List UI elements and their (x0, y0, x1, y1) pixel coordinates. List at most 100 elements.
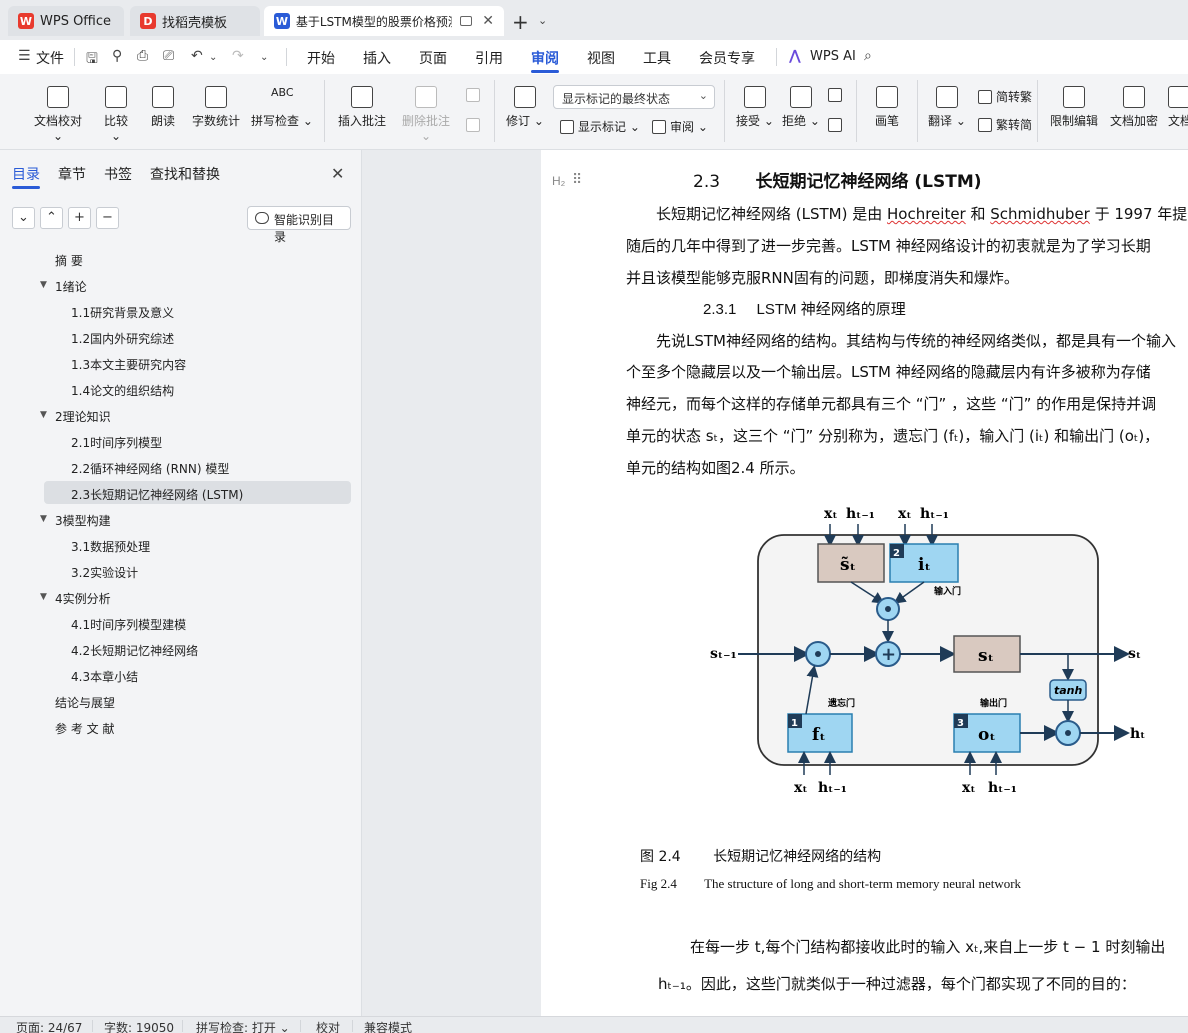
toc-item[interactable]: 4.2长短期记忆神经网络 (71, 642, 198, 659)
next-change-icon[interactable] (828, 118, 846, 132)
caption-text: 长短期记忆神经网络的结构 (713, 849, 882, 865)
markup-state-dropdown[interactable]: 显示标记的最终状态 ⌄ (553, 85, 715, 109)
toc-item[interactable]: 2理论知识 (55, 408, 111, 425)
tab-find-replace[interactable]: 查找和替换 (150, 164, 220, 184)
chevron-down-icon[interactable]: ⌄ (260, 52, 268, 63)
toc-item[interactable]: 2.3长短期记忆神经网络 (LSTM) (71, 486, 243, 503)
remove-heading-button[interactable]: − (96, 207, 119, 229)
label: 翻译 (928, 114, 953, 128)
review-pane-button[interactable]: 审阅 ⌄ (652, 118, 708, 135)
compare-button[interactable]: 比较 ⌄ (98, 86, 134, 143)
word-count-button[interactable]: 字数统计 (190, 86, 242, 129)
menu-reference[interactable]: 引用 (475, 48, 503, 68)
close-icon[interactable]: ✕ (482, 13, 494, 29)
reject-button[interactable]: 拒绝 ⌄ (782, 86, 820, 129)
toc-item[interactable]: 3模型构建 (55, 512, 111, 529)
insert-comment-button[interactable]: 插入批注 (336, 86, 388, 129)
read-aloud-button[interactable]: 朗读 (149, 86, 177, 129)
toc-item[interactable]: 1绪论 (55, 278, 87, 295)
spell-check-button[interactable]: ABC 拼写检查 ⌄ (251, 86, 313, 129)
spell-check-status[interactable]: 拼写检查: 打开 ⌄ (196, 1019, 290, 1033)
restrict-edit-button[interactable]: 限制编辑 (1048, 86, 1100, 129)
menu-view[interactable]: 视图 (587, 48, 615, 68)
tab-bookmarks[interactable]: 书签 (104, 164, 132, 184)
gate-number: 3 (957, 718, 964, 729)
accept-button[interactable]: 接受 ⌄ (736, 86, 774, 129)
prev-change-icon[interactable] (828, 88, 846, 102)
label: 智能识别目录 (274, 213, 335, 244)
menu-member[interactable]: 会员专享 (699, 48, 755, 68)
tab-document[interactable]: W 基于LSTM模型的股票价格预测 ✕ (264, 6, 504, 36)
tab-toc[interactable]: 目录 (12, 164, 40, 184)
paragraph-2-line-3: 神经元，而每个这样的存储单元都具有三个 “门” ，这些 “门” 的作用是保持并调 (626, 395, 1157, 413)
tab-wps-office[interactable]: W WPS Office (8, 6, 124, 36)
toc-item[interactable]: 结论与展望 (55, 694, 115, 711)
prev-comment-icon[interactable] (466, 88, 484, 102)
search-icon[interactable]: ⌕ (864, 48, 872, 64)
next-comment-icon[interactable] (466, 118, 484, 132)
toc-item[interactable]: 摘 要 (55, 252, 83, 269)
page-indicator[interactable]: 页面: 24/67 (16, 1019, 82, 1033)
save-icon[interactable]: 🖫 (86, 48, 98, 72)
menu-insert[interactable]: 插入 (363, 48, 391, 68)
toc-expand-caret-icon[interactable]: ▼ (40, 280, 47, 290)
share-icon[interactable]: ⚲ (112, 48, 122, 64)
tab-chapters[interactable]: 章节 (58, 164, 86, 184)
toc-expand-caret-icon[interactable]: ▼ (40, 592, 47, 602)
toc-item[interactable]: 1.3本文主要研究内容 (71, 356, 186, 373)
toc-item[interactable]: 参 考 文 献 (55, 720, 114, 737)
doc-more-button[interactable]: 文档 (1168, 86, 1188, 129)
proofread-button[interactable]: 校对 (316, 1019, 340, 1033)
add-heading-button[interactable]: + (68, 207, 91, 229)
paragraph-2-line-4: 单元的状态 sₜ，这三个 “门” 分别称为，遗忘门 (fₜ)，输入门 (iₜ) … (626, 427, 1160, 445)
word-count-indicator[interactable]: 字数: 19050 (104, 1019, 174, 1033)
expand-button[interactable]: ⌃ (40, 207, 63, 229)
tab-docer[interactable]: D 找稻壳模板 (130, 6, 260, 36)
toc-item[interactable]: 4实例分析 (55, 590, 111, 607)
menu-file[interactable]: 文件 (36, 48, 64, 68)
track-changes-button[interactable]: 修订 ⌄ (506, 86, 544, 129)
menu-tools[interactable]: 工具 (643, 48, 671, 68)
menu-icon[interactable]: ☰ (18, 48, 31, 64)
to-traditional-button[interactable]: 简转繁 (978, 88, 1032, 105)
toc-expand-caret-icon[interactable]: ▼ (40, 410, 47, 420)
delete-comment-button[interactable]: 删除批注 ⌄ (396, 86, 456, 143)
drag-handle-icon[interactable]: ⠿ (572, 172, 582, 188)
wps-ai-icon[interactable]: ⋀ (789, 48, 801, 64)
divider (856, 80, 857, 142)
toc-item[interactable]: 4.3本章小结 (71, 668, 138, 685)
close-icon[interactable]: ✕ (331, 164, 344, 183)
print-icon[interactable]: ⎙ (137, 48, 148, 64)
menu-page[interactable]: 页面 (419, 48, 447, 68)
encrypt-button[interactable]: 文档加密 (1108, 86, 1160, 129)
to-simplified-button[interactable]: 繁转简 (978, 116, 1032, 133)
toc-item[interactable]: 1.2国内外研究综述 (71, 330, 174, 347)
input-gate-label: iₜ (918, 555, 931, 575)
redo-icon[interactable]: ↷ (232, 48, 244, 64)
menu-home[interactable]: 开始 (307, 48, 335, 68)
toc-item[interactable]: 3.2实验设计 (71, 564, 138, 581)
paragraph-2-line-2: 个至多个隐藏层以及一个输出层。LSTM 神经网络的隐藏层内有许多被称为存储 (626, 363, 1151, 381)
text: Schmidhuber (990, 205, 1090, 223)
toc-expand-caret-icon[interactable]: ▼ (40, 514, 47, 524)
translate-button[interactable]: 翻译 ⌄ (928, 86, 966, 129)
chevron-down-icon[interactable]: ⌄ (209, 52, 217, 63)
heading-level-icon[interactable]: H₂ (552, 174, 565, 188)
show-markup-button[interactable]: 显示标记 ⌄ (560, 118, 640, 135)
menu-review[interactable]: 审阅 (531, 48, 559, 68)
toc-item[interactable]: 2.1时间序列模型 (71, 434, 162, 451)
toc-item[interactable]: 4.1时间序列模型建模 (71, 616, 186, 633)
pen-button[interactable]: 画笔 (872, 86, 902, 129)
chevron-down-icon[interactable]: ⌄ (538, 14, 547, 27)
doc-check-button[interactable]: 文档校对 ⌄ (28, 86, 88, 143)
undo-icon[interactable]: ↶ (191, 48, 203, 64)
wps-ai-button[interactable]: WPS AI (810, 49, 856, 64)
toc-item[interactable]: 3.1数据预处理 (71, 538, 150, 555)
new-tab-icon[interactable]: + (512, 10, 529, 34)
toc-item[interactable]: 1.1研究背景及意义 (71, 304, 174, 321)
collapse-button[interactable]: ⌄ (12, 207, 35, 229)
print-preview-icon[interactable]: ⎚ (163, 48, 174, 64)
smart-toc-button[interactable]: 智能识别目录 (247, 206, 351, 244)
toc-item[interactable]: 1.4论文的组织结构 (71, 382, 174, 399)
toc-item[interactable]: 2.2循环神经网络 (RNN) 模型 (71, 460, 229, 477)
